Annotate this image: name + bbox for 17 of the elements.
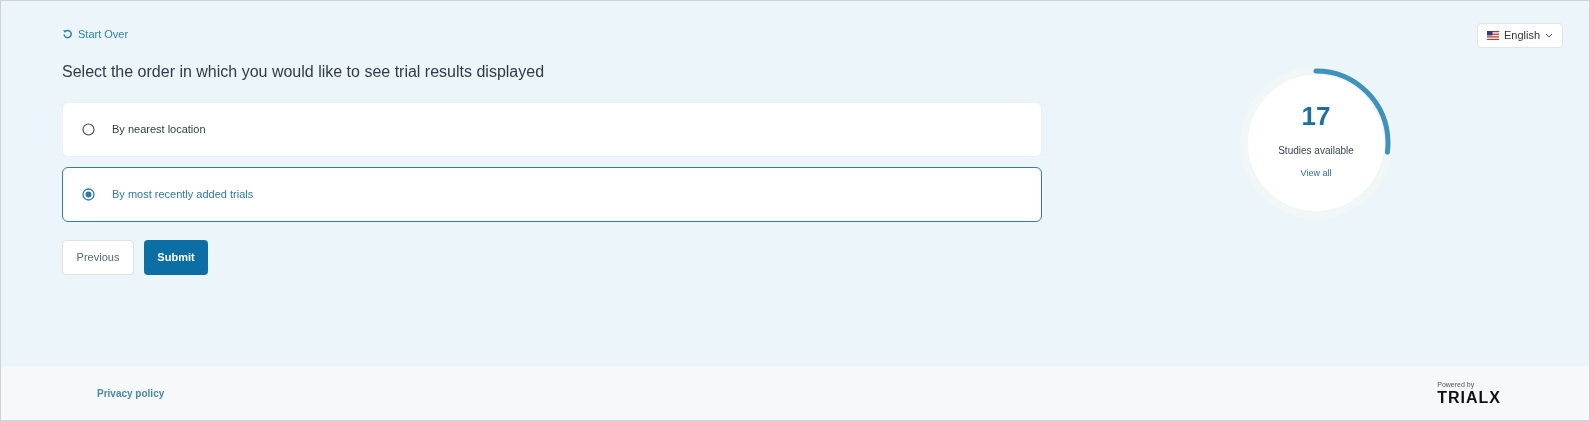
language-dropdown[interactable]: English <box>1477 23 1564 48</box>
studies-count: 17 <box>1301 103 1331 129</box>
view-all-link[interactable]: View all <box>1300 167 1332 181</box>
radio-icon <box>82 122 95 136</box>
privacy-policy-link[interactable]: Privacy policy <box>97 385 165 401</box>
previous-button[interactable]: Previous <box>62 239 134 275</box>
start-over-link[interactable]: Start Over <box>62 26 129 43</box>
option-card[interactable]: By nearest location <box>62 101 1042 157</box>
radio-icon <box>82 187 95 201</box>
studies-label: Studies available <box>1278 144 1354 158</box>
question-heading: Select the order in which you would like to see trial results displayed <box>62 61 546 82</box>
submit-button[interactable]: Submit <box>144 239 208 275</box>
option-card[interactable]: By most recently added trials <box>62 166 1042 222</box>
brand-logo: TRIALX <box>1437 389 1501 406</box>
chevron-down-icon <box>1545 33 1554 38</box>
us-flag-icon <box>1487 31 1499 40</box>
restart-icon <box>62 29 72 40</box>
